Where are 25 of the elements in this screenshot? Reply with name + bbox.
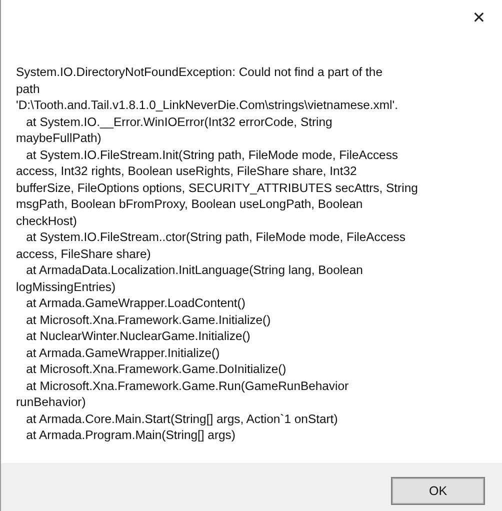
error-message-line: System.IO.DirectoryNotFoundException: Could not find a part of the — [16, 64, 384, 80]
error-message-line: at System.IO.__Error.WinIOError(Int32 errorCode, String — [25, 114, 334, 130]
error-message-line: maybeFullPath) — [16, 130, 102, 146]
error-message-line: access, Int32 rights, Boolean useRights, FileShare share, Int32 — [16, 163, 358, 180]
close-button[interactable]: ✕ — [456, 2, 502, 32]
error-message-line: at Armada.Core.Main.Start(String[] args, Action`1 onStart) — [25, 410, 339, 427]
ok-button[interactable]: OK — [391, 477, 485, 505]
error-message-line: at Microsoft.Xna.Framework.Game.Run(GameRunBehavior — [25, 378, 350, 394]
error-message-line: at Armada.GameWrapper.LoadContent() — [25, 295, 246, 312]
error-message-line: runBehavior) — [16, 394, 87, 410]
error-message-line: at Armada.Program.Main(String[] args) — [25, 427, 236, 444]
error-message-line: msgPath, Boolean bFromProxy, Boolean useLongPath, Boolean — [16, 196, 364, 212]
error-message-line: at ArmadaData.Localization.InitLanguage(String lang, Boolean — [25, 262, 364, 278]
error-message-line: checkHost) — [16, 212, 78, 229]
error-message-line: 'D:\Tooth.and.Tail.v1.8.1.0_LinkNeverDie.Com\strings\vietnamese.xml'. — [16, 97, 399, 114]
error-message-line: logMissingEntries) — [16, 278, 117, 295]
error-message-line: at Microsoft.Xna.Framework.Game.DoInitialize() — [25, 361, 288, 378]
error-message-line: bufferSize, FileOptions options, SECURITY_ATTRIBUTES secAttrs, String — [16, 180, 419, 196]
error-message-line: access, FileShare share) — [16, 246, 152, 262]
error-message-line: at NuclearWinter.NuclearGame.Initialize() — [25, 328, 252, 344]
error-message-line: at System.IO.FileStream.Init(String path, FileMode mode, FileAccess — [25, 146, 400, 163]
error-message-line: at System.IO.FileStream..ctor(String path, FileMode mode, FileAccess — [25, 229, 406, 246]
error-message-line: path — [16, 80, 41, 97]
error-message-line: at Armada.GameWrapper.Initialize() — [25, 344, 221, 361]
error-message-line: at Microsoft.Xna.Framework.Game.Initialize() — [25, 312, 272, 328]
